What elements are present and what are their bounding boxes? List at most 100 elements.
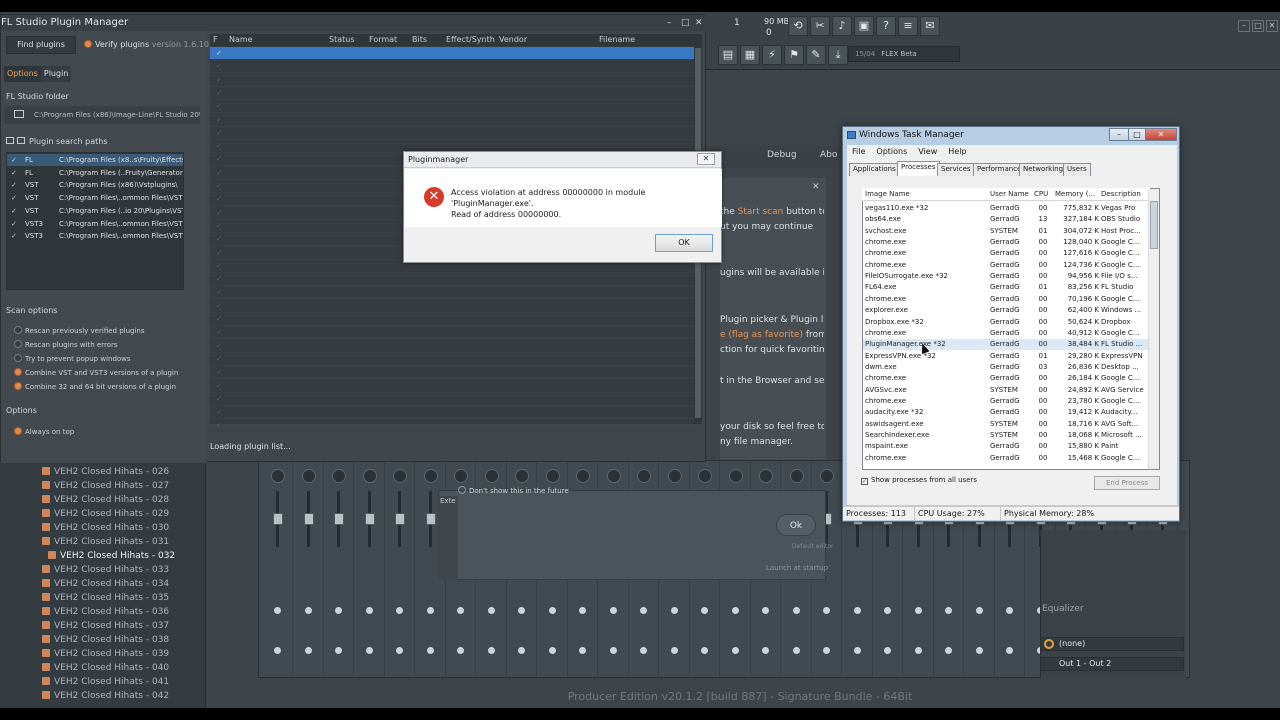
mixer-volume-fader[interactable]	[303, 513, 314, 525]
plugin-row-check-icon[interactable]: ✓	[216, 49, 222, 57]
plugin-manager-titlebar[interactable]: FL Studio Plugin Manager – □ ✕	[1, 15, 707, 31]
fl-minimize-icon[interactable]: –	[1238, 20, 1250, 32]
browser-item[interactable]: VEH2 Closed Hihats - 034	[42, 579, 169, 592]
browser-item[interactable]: VEH2 Closed Hihats - 026	[42, 467, 169, 480]
plugin-column-header[interactable]: F	[213, 35, 218, 44]
plugin-column-header[interactable]: Status	[329, 35, 355, 44]
pm-maximize-icon[interactable]: □	[681, 18, 690, 28]
process-column-header[interactable]: CPU	[1034, 190, 1048, 198]
mixer-pan-knob[interactable]	[728, 469, 743, 483]
mixer-send-dot[interactable]	[670, 607, 678, 614]
cut-icon[interactable]: ✂	[810, 16, 830, 36]
scan-option[interactable]: Rescan previously verified plugins	[14, 326, 145, 335]
fx-output-selector[interactable]: Out 1 - Out 2	[1040, 657, 1184, 671]
folder-icon[interactable]	[14, 110, 24, 118]
mixer-send-dot[interactable]	[762, 607, 769, 614]
mixer-route-dot[interactable]	[579, 647, 586, 654]
mixer-send-dot[interactable]	[884, 607, 891, 614]
mixer-route-dot[interactable]	[975, 647, 983, 654]
save-icon[interactable]: ▣	[854, 16, 874, 36]
tm-tab[interactable]: Processes	[897, 161, 940, 176]
mixer-send-dot[interactable]	[731, 607, 739, 614]
browser-item[interactable]: VEH2 Closed Hihats - 028	[42, 495, 169, 508]
always-on-top-option[interactable]: Always on top	[14, 427, 74, 436]
process-row[interactable]: svchost.exe SYSTEM 01 304,072 K Host Proc...	[863, 226, 1149, 237]
mixer-send-dot[interactable]	[335, 607, 342, 614]
help-icon[interactable]: ?	[876, 16, 896, 36]
plugin-row-check-icon[interactable]: ✓	[216, 315, 222, 323]
plugin-row[interactable]: ✓	[210, 286, 694, 300]
process-row[interactable]: chrome.exe GerradG 00 70,196 K Google C...	[863, 294, 1149, 305]
process-row[interactable]: PluginManager.exe *32 GerradG 00 38,484 K FL…	[863, 339, 1149, 351]
browser-item[interactable]: VEH2 Closed Hihats - 031	[42, 537, 169, 550]
tm-minimize-icon[interactable]: –	[1109, 128, 1129, 141]
plugin-row-check-icon[interactable]: ✓	[216, 275, 222, 283]
mixer-send-dot[interactable]	[1006, 607, 1013, 614]
process-row[interactable]: explorer.exe GerradG 00 62,400 K Windows ...	[863, 305, 1149, 316]
mixer-send-dot[interactable]	[304, 607, 312, 614]
plugin-row-check-icon[interactable]: ✓	[216, 342, 222, 350]
mixer-send-dot[interactable]	[457, 607, 464, 614]
mixer-route-dot[interactable]	[945, 647, 952, 654]
plugin-row-check-icon[interactable]: ✓	[216, 182, 222, 190]
mixer-send-dot[interactable]	[792, 607, 800, 614]
search-paths-list[interactable]: ✓ FL C:\Program Files (x8..s\Fruity\Effect…	[6, 152, 184, 290]
plugin-column-header[interactable]: Filename	[599, 35, 635, 44]
mixer-pan-knob[interactable]	[606, 469, 621, 483]
mixer-route-dot[interactable]	[914, 647, 922, 654]
process-row[interactable]: Dropbox.exe *32 GerradG 00 50,624 K Dropbox	[863, 317, 1149, 328]
tm-menu-item[interactable]: Options	[876, 147, 907, 156]
plugin-row-check-icon[interactable]: ✓	[216, 408, 222, 416]
plugin-row[interactable]: ✓	[210, 313, 694, 326]
plugin-icon[interactable]: ⚡	[762, 45, 782, 65]
process-column-header[interactable]: Image Name	[865, 190, 910, 198]
plugin-row-check-icon[interactable]: ✓	[216, 302, 222, 310]
search-path-row[interactable]: ✓ VST3 C:\Program Files\..ommon Files\VST3…	[7, 230, 183, 242]
pattern-selector[interactable]: 15/04 FLEX Beta	[848, 46, 960, 62]
process-row[interactable]: vegas110.exe *32 GerradG 00 775,832 K Vegas …	[863, 203, 1149, 214]
plugin-row-check-icon[interactable]: ✓	[216, 76, 222, 84]
fl-folder-field[interactable]: C:\Program Files (x86)\Image-Line\FL Stu…	[4, 106, 200, 124]
plugin-row-check-icon[interactable]: ✓	[216, 116, 222, 124]
mixer-pan-knob[interactable]	[454, 469, 468, 483]
mixer-pan-knob[interactable]	[545, 469, 560, 483]
process-row[interactable]: chrome.exe GerradG 00 40,912 K Google C...	[863, 328, 1149, 339]
mixer-pan-knob[interactable]	[637, 469, 651, 483]
dont-show-checkbox[interactable]: Don't show this in the future	[458, 486, 658, 495]
plugin-row-check-icon[interactable]: ✓	[216, 62, 222, 70]
plugin-column-header[interactable]: Bits	[412, 35, 427, 44]
plugin-row-check-icon[interactable]: ✓	[216, 195, 222, 203]
plugin-row[interactable]: ✓	[210, 114, 694, 127]
mixer-volume-fader[interactable]	[334, 513, 344, 525]
mixer-pan-knob[interactable]	[698, 469, 712, 483]
process-row[interactable]: AVGSvc.exe SYSTEM 00 24,892 K AVG Service	[863, 385, 1149, 396]
mixer-send-dot[interactable]	[365, 607, 373, 614]
mixer-pan-knob[interactable]	[271, 469, 285, 483]
plugin-row[interactable]: ✓	[210, 300, 694, 313]
plugin-row-check-icon[interactable]: ✓	[216, 142, 222, 150]
fl-close-icon[interactable]: ✕	[1266, 20, 1278, 32]
tm-tab[interactable]: Applications	[849, 163, 900, 176]
search-path-row[interactable]: ✓ VST3 C:\Program Files\..ommon Files\VST3…	[7, 218, 183, 230]
mixer-pan-knob[interactable]	[393, 469, 407, 483]
plugin-column-header[interactable]: Name	[229, 35, 253, 44]
mixer-route-dot[interactable]	[457, 647, 464, 654]
mixer-route-dot[interactable]	[396, 647, 403, 654]
mixer-pan-knob[interactable]	[332, 469, 346, 483]
plugin-row[interactable]: ✓	[210, 127, 694, 140]
process-row[interactable]: audacity.exe *32 GerradG 00 19,412 K Audacit…	[863, 407, 1149, 418]
tm-maximize-icon[interactable]: □	[1128, 128, 1146, 141]
tm-tab[interactable]: Users	[1063, 163, 1091, 176]
error-dialog-titlebar[interactable]: Pluginmanager ✕	[404, 152, 721, 168]
mixer-send-dot[interactable]	[945, 607, 952, 614]
plugin-row-check-icon[interactable]: ✓	[216, 209, 222, 217]
playlist-icon[interactable]: ▤	[718, 45, 738, 65]
mixer-route-dot[interactable]	[548, 647, 556, 654]
wizard-close-icon[interactable]: ✕	[812, 182, 820, 192]
folder-icon-2[interactable]	[17, 137, 25, 144]
mixer-send-dot[interactable]	[548, 607, 556, 614]
mixer-route-dot[interactable]	[426, 647, 434, 654]
scan-option[interactable]: Combine VST and VST3 versions of a plugi…	[14, 368, 178, 377]
plugin-row[interactable]: ✓	[210, 406, 694, 420]
mixer-pan-knob[interactable]	[301, 469, 316, 483]
